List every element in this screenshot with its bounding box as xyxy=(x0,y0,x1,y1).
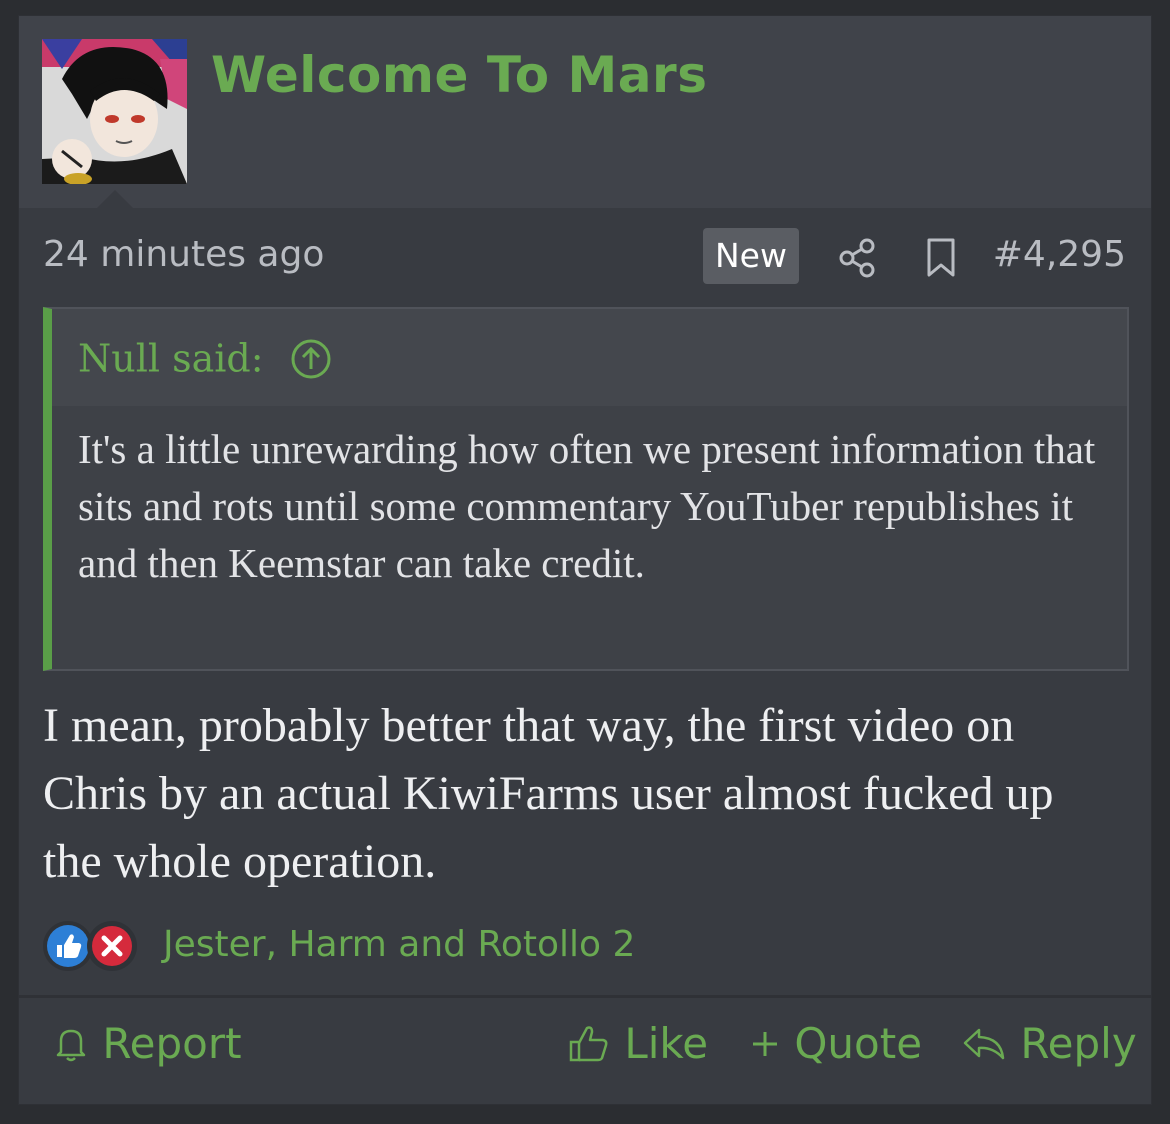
post-number-link[interactable]: #4,295 xyxy=(993,234,1126,275)
like-label: Like xyxy=(624,1019,709,1068)
reaction-users-link[interactable]: Jester, Harm and Rotollo 2 xyxy=(163,924,635,965)
thumbs-up-icon xyxy=(569,1025,608,1061)
quote-author-label: Null said: xyxy=(78,336,264,381)
quote-text: It's a little unrewarding how often we p… xyxy=(78,426,1096,586)
report-label: Report xyxy=(102,1019,242,1068)
quote-button[interactable]: Quote xyxy=(749,1016,922,1068)
like-button[interactable]: Like xyxy=(567,1016,708,1068)
post-author-name[interactable]: Welcome To Mars xyxy=(211,46,707,104)
report-button[interactable]: Report xyxy=(53,1016,242,1068)
quote-header: Null said: xyxy=(52,309,1127,406)
post-timestamp[interactable]: 24 minutes ago xyxy=(43,234,324,275)
post-card: Welcome To Mars 24 minutes ago New #4,29… xyxy=(18,15,1152,1105)
like-reaction-icon xyxy=(43,921,93,971)
quote-block: Null said: It's a little unrewarding how… xyxy=(43,307,1129,671)
bell-icon xyxy=(56,1029,86,1061)
footer-divider xyxy=(19,995,1151,998)
user-avatar[interactable] xyxy=(42,39,187,184)
post-message: I mean, probably better that way, the fi… xyxy=(43,699,1054,888)
reply-button[interactable]: Reply xyxy=(961,1016,1137,1068)
avatar-illustration xyxy=(42,39,187,184)
share-icon[interactable] xyxy=(837,237,877,283)
post-header: Welcome To Mars xyxy=(19,16,1151,208)
arrow-up-circle-icon[interactable] xyxy=(290,338,332,380)
dumb-reaction-icon xyxy=(87,921,137,971)
quote-author-link[interactable]: Null said: xyxy=(78,333,332,381)
reply-arrow-icon xyxy=(963,1028,1005,1059)
header-pointer xyxy=(97,190,133,208)
bookmark-icon[interactable] xyxy=(925,237,957,283)
quote-label: Quote xyxy=(794,1019,923,1068)
reply-label: Reply xyxy=(1020,1019,1137,1068)
new-badge: New xyxy=(703,228,799,284)
plus-icon xyxy=(753,1031,777,1056)
